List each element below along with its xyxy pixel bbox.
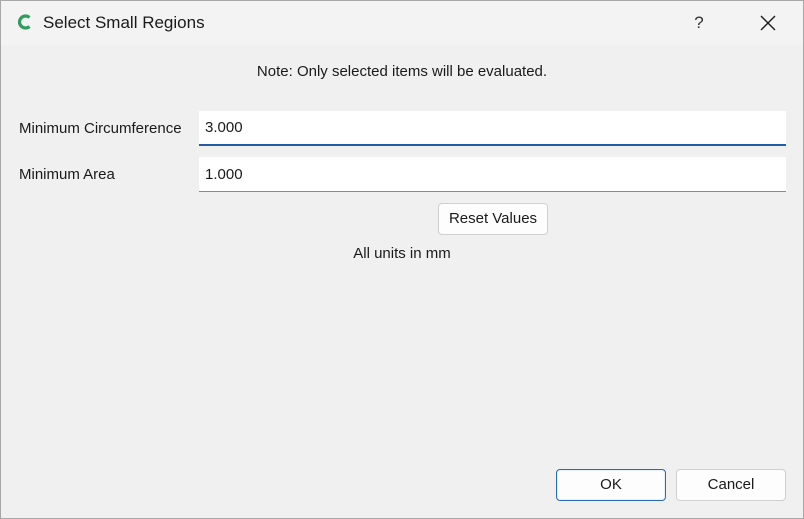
min-area-input[interactable] xyxy=(199,157,786,192)
close-icon xyxy=(760,15,776,31)
min-circumference-input[interactable] xyxy=(199,111,786,146)
window-title: Select Small Regions xyxy=(43,13,205,32)
min-area-label: Minimum Area xyxy=(19,166,115,183)
min-circumference-label: Minimum Circumference xyxy=(19,120,182,137)
help-button[interactable]: ? xyxy=(681,7,717,39)
close-button[interactable] xyxy=(745,7,791,39)
title-bar[interactable]: Select Small Regions ? xyxy=(1,1,803,45)
units-note: All units in mm xyxy=(353,245,451,262)
note-text: Note: Only selected items will be evalua… xyxy=(256,63,548,80)
cura-logo-icon xyxy=(16,13,34,31)
dialog-window: Select Small Regions ? Note: Only select… xyxy=(0,0,804,519)
reset-values-button[interactable]: Reset Values xyxy=(438,203,548,235)
cancel-button[interactable]: Cancel xyxy=(676,469,786,501)
ok-button[interactable]: OK xyxy=(556,469,666,501)
